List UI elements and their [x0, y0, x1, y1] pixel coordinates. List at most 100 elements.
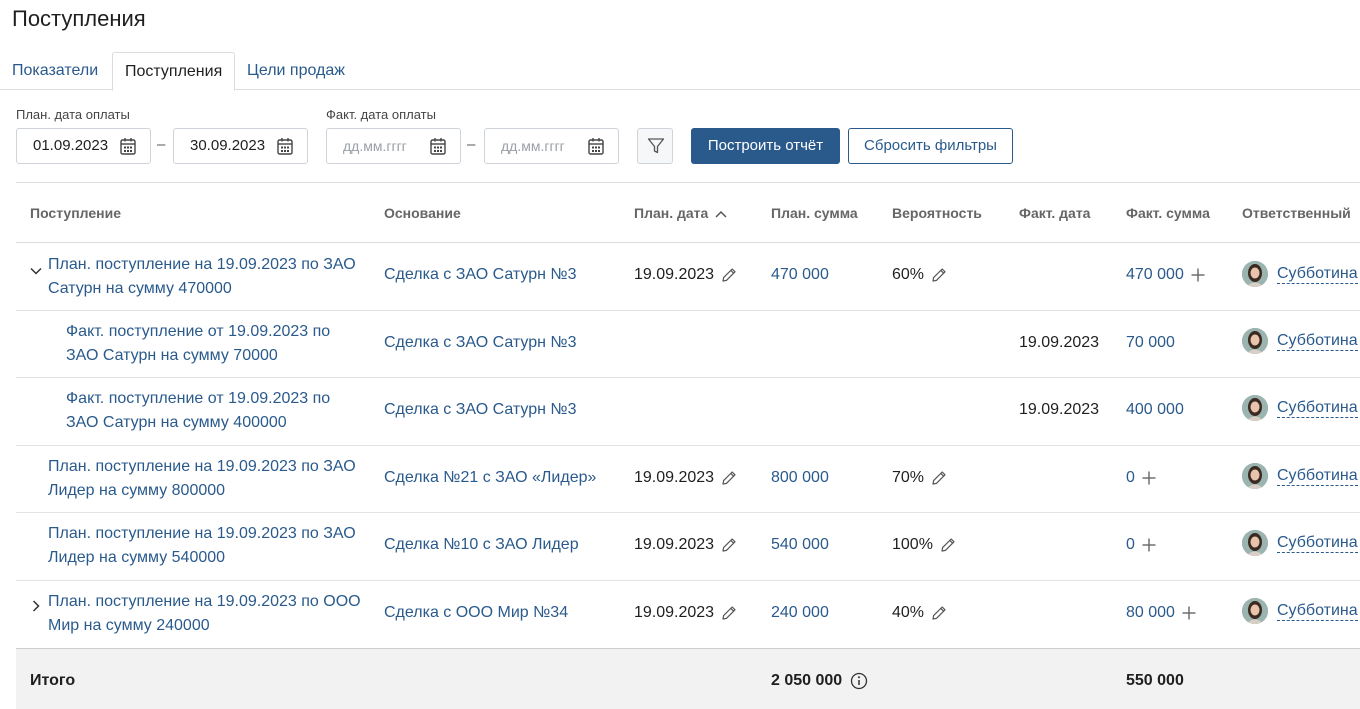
fact-sum-link[interactable]: 400 000	[1126, 401, 1184, 419]
build-report-button[interactable]: Построить отчёт	[691, 128, 840, 164]
pencil-icon[interactable]	[720, 266, 738, 284]
basis-link[interactable]: Сделка с ЗАО Сатурн №3	[384, 266, 576, 284]
fact-sum-link[interactable]: 80 000	[1126, 604, 1175, 621]
calendar-icon[interactable]	[277, 137, 293, 155]
col-probability[interactable]: Вероятность	[892, 183, 982, 243]
basis-link[interactable]: Сделка №21 с ЗАО «Лидер»	[384, 469, 596, 487]
table-row: План. поступление на 19.09.2023 по ЗАО Л…	[16, 513, 1360, 581]
avatar	[1242, 395, 1268, 421]
responsible-link[interactable]: Субботина	[1277, 399, 1358, 418]
tab-sales-goals[interactable]: Цели продаж	[235, 52, 357, 90]
col-fact-date[interactable]: Факт. дата	[1019, 183, 1090, 243]
receipt-name-link[interactable]: План. поступление на 19.09.2023 по ЗАО Л…	[48, 455, 373, 503]
fact-sum-cell: 0	[1126, 536, 1157, 554]
pencil-icon[interactable]	[720, 604, 738, 622]
pencil-icon[interactable]	[930, 266, 948, 284]
fact-sum-cell: 0	[1126, 469, 1157, 487]
plan-date-cell: 19.09.2023	[634, 469, 738, 487]
receipt-name-link[interactable]: План. поступление на 19.09.2023 по ЗАО Л…	[48, 522, 373, 570]
probability-value: 100%	[892, 536, 933, 554]
plus-icon[interactable]	[1181, 605, 1197, 621]
total-plan-sum-value: 2 050 000	[771, 672, 843, 689]
chevron-up-icon	[715, 211, 727, 218]
fact-sum-link[interactable]: 0	[1126, 469, 1135, 486]
plan-date-label: План. дата оплаты	[16, 107, 130, 122]
fact-date-value: 19.09.2023	[1019, 334, 1100, 351]
total-label: Итого	[30, 672, 76, 689]
plan-date-from-value: 01.09.2023	[33, 137, 109, 154]
responsible-link[interactable]: Субботина	[1277, 534, 1358, 553]
plan-sum-link[interactable]: 470 000	[771, 266, 829, 284]
table-row: Факт. поступление от 19.09.2023 по ЗАО С…	[16, 378, 1360, 446]
avatar	[1242, 463, 1268, 489]
basis-link[interactable]: Сделка с ЗАО Сатурн №3	[384, 334, 576, 352]
responsible-link[interactable]: Субботина	[1277, 467, 1358, 486]
col-plan-date[interactable]: План. дата	[634, 183, 728, 243]
total-row: Итого 2 050 000 550 000	[16, 648, 1360, 709]
total-plan-sum: 2 050 000	[771, 649, 868, 709]
col-plan-date-label: План. дата	[634, 205, 709, 221]
fact-sum-link[interactable]: 0	[1126, 536, 1135, 553]
avatar	[1242, 530, 1268, 556]
chevron-right-icon[interactable]	[28, 598, 44, 614]
col-basis[interactable]: Основание	[384, 183, 461, 243]
pencil-icon[interactable]	[720, 536, 738, 554]
responsible-link[interactable]: Субботина	[1277, 332, 1358, 351]
table-row: План. поступление на 19.09.2023 по ЗАО Л…	[16, 446, 1360, 513]
plan-date-value: 19.09.2023	[634, 604, 715, 622]
table-row: План. поступление на 19.09.2023 по ООО М…	[16, 581, 1360, 648]
calendar-icon[interactable]	[120, 137, 136, 155]
table-header: Поступление Основание План. дата План. с…	[16, 183, 1360, 243]
probability-cell: 100%	[892, 536, 957, 554]
fact-date-from-input[interactable]: дд.мм.гггг	[326, 128, 461, 164]
plan-sum-link[interactable]: 800 000	[771, 469, 829, 487]
avatar	[1242, 598, 1268, 624]
fact-sum-cell: 80 000	[1126, 604, 1197, 622]
plan-sum-link[interactable]: 540 000	[771, 536, 829, 554]
pencil-icon[interactable]	[930, 469, 948, 487]
calendar-icon[interactable]	[430, 137, 446, 155]
col-plan-sum[interactable]: План. сумма	[771, 183, 858, 243]
plan-date-to-input[interactable]: 30.09.2023	[173, 128, 308, 164]
info-icon[interactable]	[850, 672, 868, 690]
receipt-name-link[interactable]: Факт. поступление от 19.09.2023 по ЗАО С…	[66, 387, 356, 435]
total-fact-sum: 550 000	[1126, 672, 1184, 689]
receipts-table: Поступление Основание План. дата План. с…	[16, 182, 1360, 648]
receipt-name-link[interactable]: Факт. поступление от 19.09.2023 по ЗАО С…	[66, 320, 356, 368]
col-receipt[interactable]: Поступление	[30, 183, 121, 243]
reset-filters-button[interactable]: Сбросить фильтры	[848, 128, 1013, 164]
tab-receipts[interactable]: Поступления	[112, 52, 236, 91]
basis-link[interactable]: Сделка с ЗАО Сатурн №3	[384, 401, 576, 419]
fact-date-label: Факт. дата оплаты	[326, 107, 436, 122]
plan-sum-link[interactable]: 240 000	[771, 604, 829, 622]
fact-date-to-placeholder: дд.мм.гггг	[501, 138, 565, 154]
tab-indicators[interactable]: Показатели	[0, 52, 110, 90]
col-responsible[interactable]: Ответственный	[1242, 183, 1351, 243]
pencil-icon[interactable]	[939, 536, 957, 554]
plus-icon[interactable]	[1141, 537, 1157, 553]
calendar-icon[interactable]	[588, 137, 604, 155]
col-fact-sum[interactable]: Факт. сумма	[1126, 183, 1210, 243]
pencil-icon[interactable]	[930, 604, 948, 622]
receipt-name-link[interactable]: План. поступление на 19.09.2023 по ЗАО С…	[48, 253, 373, 301]
avatar	[1242, 328, 1268, 354]
filter-button[interactable]	[637, 128, 673, 164]
probability-value: 40%	[892, 604, 925, 622]
date-range-dash: –	[157, 136, 166, 153]
plan-date-cell: 19.09.2023	[634, 266, 738, 284]
plus-icon[interactable]	[1190, 267, 1206, 283]
fact-sum-link[interactable]: 70 000	[1126, 334, 1175, 352]
page-title: Поступления	[12, 6, 146, 31]
fact-sum-link[interactable]: 470 000	[1126, 266, 1184, 283]
chevron-down-icon[interactable]	[28, 263, 44, 279]
responsible-link[interactable]: Субботина	[1277, 602, 1358, 621]
basis-link[interactable]: Сделка с ООО Мир №34	[384, 604, 568, 622]
pencil-icon[interactable]	[720, 469, 738, 487]
plan-date-from-input[interactable]: 01.09.2023	[16, 128, 151, 164]
receipt-name-link[interactable]: План. поступление на 19.09.2023 по ООО М…	[48, 590, 378, 638]
fact-date-from-placeholder: дд.мм.гггг	[343, 138, 407, 154]
plus-icon[interactable]	[1141, 470, 1157, 486]
responsible-link[interactable]: Субботина	[1277, 265, 1358, 284]
basis-link[interactable]: Сделка №10 с ЗАО Лидер	[384, 536, 579, 554]
fact-date-to-input[interactable]: дд.мм.гггг	[484, 128, 619, 164]
